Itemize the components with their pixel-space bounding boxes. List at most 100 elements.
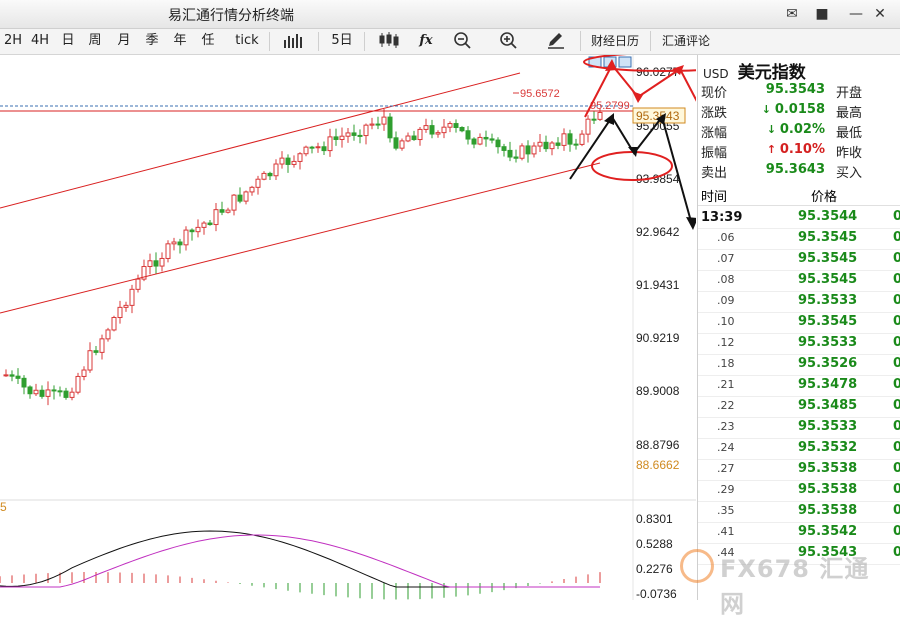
macd-tick: 0.2276 xyxy=(636,562,673,576)
candle-body xyxy=(417,128,423,141)
candle-body xyxy=(189,229,195,233)
candle-body xyxy=(129,288,135,306)
quote-label-secondary: 昨收 xyxy=(836,146,863,161)
timeframe-year[interactable]: 年 xyxy=(169,31,191,51)
tick-time: .22 xyxy=(717,399,735,412)
tick-price: 95.3544 xyxy=(798,209,858,224)
tick-price: 95.3533 xyxy=(798,335,858,350)
fx678-logo-icon xyxy=(680,549,714,583)
tick-volume: 0 xyxy=(893,314,900,329)
candle-body xyxy=(195,226,201,233)
toolbar-divider xyxy=(269,32,270,51)
tick-volume: 0 xyxy=(893,356,900,371)
quote-label: 涨跌 xyxy=(701,106,728,121)
candle-body xyxy=(147,260,153,268)
candle-body xyxy=(261,172,267,180)
quote-row: 振幅 ↑ 0.10% 昨收 xyxy=(698,141,900,161)
candle-body xyxy=(411,135,417,141)
quote-value-text: 95.3543 xyxy=(765,82,825,97)
economic-calendar-button[interactable]: 财经日历 xyxy=(580,31,649,51)
candle-body xyxy=(381,116,387,125)
candle-body xyxy=(81,369,87,377)
macd-tick: 0.8301 xyxy=(636,512,673,526)
zoom-out-icon[interactable] xyxy=(450,31,474,51)
zoom-in-icon[interactable] xyxy=(496,31,520,51)
price-tick: 96.0277 xyxy=(636,65,680,79)
tick-row: .08 95.3545 0 xyxy=(698,270,900,292)
price-tick: 89.9008 xyxy=(636,384,680,398)
timeframe-tick[interactable]: tick xyxy=(230,31,264,51)
shirt-icon[interactable]: ■ xyxy=(812,4,832,24)
tick-volume: 0 xyxy=(893,209,900,224)
tick-time: .08 xyxy=(717,273,735,286)
timeframe-day[interactable]: 日 xyxy=(57,31,79,51)
candle-body xyxy=(237,194,243,202)
candle-body xyxy=(435,132,441,135)
candle-body xyxy=(75,375,81,393)
quote-row: 涨幅 ↓ 0.02% 最低 xyxy=(698,121,900,141)
tick-time: .12 xyxy=(717,336,735,349)
tick-volume: 0 xyxy=(893,440,900,455)
timeframe-2h[interactable]: 2H xyxy=(2,31,24,51)
candlestick-icon[interactable] xyxy=(376,31,402,51)
macd-panel xyxy=(0,530,601,600)
close-icon[interactable]: ✕ xyxy=(870,4,890,24)
timeframe-quarter[interactable]: 季 xyxy=(141,31,163,51)
candle-body xyxy=(111,317,117,331)
function-icon[interactable]: fx xyxy=(414,31,438,51)
tick-time: .06 xyxy=(717,231,735,244)
candle-body xyxy=(333,136,339,140)
macd-dea-line xyxy=(0,534,600,588)
candle-body xyxy=(399,140,405,149)
candle-body xyxy=(201,222,207,228)
candle-body xyxy=(453,123,459,128)
quote-value-text: 95.3643 xyxy=(765,162,825,177)
minimize-icon[interactable]: — xyxy=(846,4,866,24)
candle-body xyxy=(597,111,603,120)
bar-chart-icon[interactable] xyxy=(280,31,306,51)
tick-price: 95.3526 xyxy=(798,356,858,371)
candle-body xyxy=(357,134,363,137)
timeframe-month[interactable]: 月 xyxy=(113,31,135,51)
candle-body xyxy=(39,389,45,397)
candle-body xyxy=(9,374,15,377)
tick-row: 13:39 95.3544 0 xyxy=(698,207,900,229)
arrow-down-icon: ↓ xyxy=(766,123,780,136)
candle-body xyxy=(543,141,549,150)
candle-body xyxy=(501,146,507,151)
price-chart[interactable]: 95.6572 95.2799 96.0277 95.0055 93.9854 … xyxy=(0,55,696,600)
tick-row: .21 95.3478 0 xyxy=(698,375,900,397)
price-tick: 90.9219 xyxy=(636,331,680,345)
fx-commentary-button[interactable]: 汇通评论 xyxy=(650,31,721,51)
toolbar-divider xyxy=(318,32,319,51)
tick-time: .09 xyxy=(717,294,735,307)
timeframe-custom[interactable]: 任 xyxy=(197,31,219,51)
candle-body xyxy=(291,160,297,165)
symbol-code: USD xyxy=(703,67,729,81)
draw-pen-icon[interactable] xyxy=(544,31,568,51)
watermark: FX678 汇通网 xyxy=(676,545,886,618)
candle-body xyxy=(63,390,69,398)
symbol-name: 美元指数 xyxy=(737,63,806,83)
quote-value-text: 0.10% xyxy=(779,142,825,157)
mail-icon[interactable]: ✉ xyxy=(782,4,802,24)
candle-body xyxy=(447,123,453,128)
timeframe-week[interactable]: 周 xyxy=(84,31,106,51)
tick-volume: 0 xyxy=(893,524,900,539)
candle-body xyxy=(219,209,225,213)
tick-price: 95.3485 xyxy=(798,398,858,413)
period-selector[interactable]: 5日 xyxy=(326,31,358,51)
candle-body xyxy=(243,191,249,202)
candle-body xyxy=(579,133,585,145)
candle-body xyxy=(159,257,165,267)
tick-row: .09 95.3533 0 xyxy=(698,291,900,313)
tick-price: 95.3545 xyxy=(798,230,858,245)
candle-body xyxy=(303,146,309,155)
tick-volume: 0 xyxy=(893,251,900,266)
candle-body xyxy=(537,141,543,147)
tick-time: .18 xyxy=(717,357,735,370)
timeframe-4h[interactable]: 4H xyxy=(28,31,52,51)
quote-value: ↓ 0.02% xyxy=(767,122,825,137)
tick-price: 95.3538 xyxy=(798,503,858,518)
price-low-tick: 88.6662 xyxy=(636,458,680,472)
